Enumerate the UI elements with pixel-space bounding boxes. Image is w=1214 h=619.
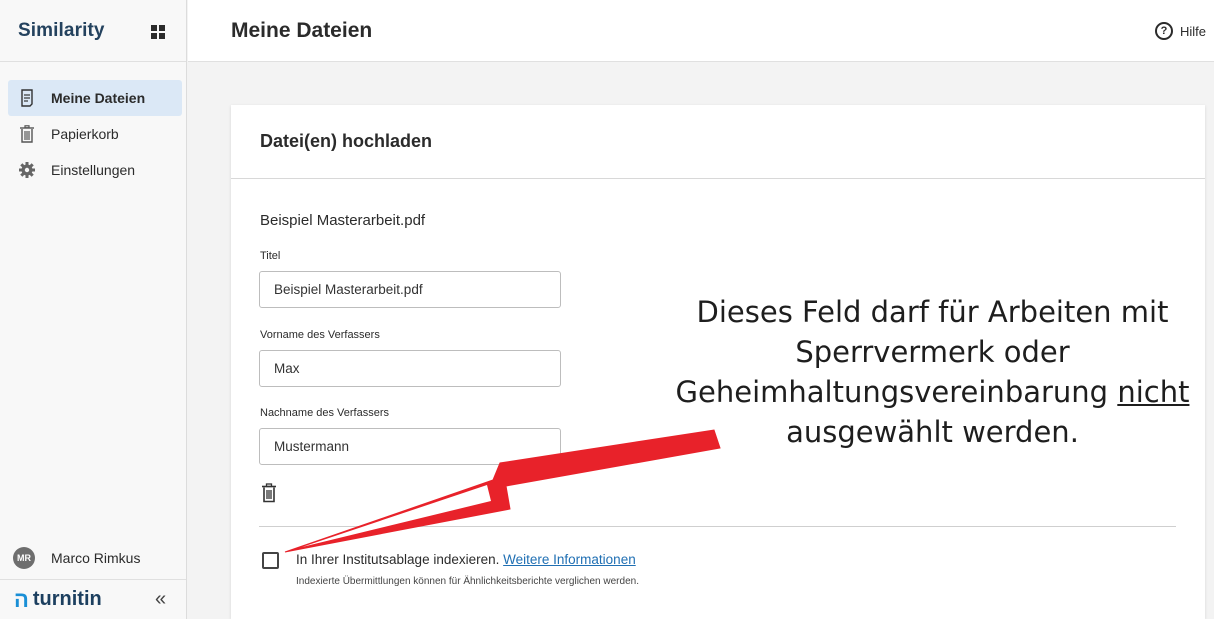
sidebar-header: Similarity — [0, 0, 186, 62]
firstname-input[interactable]: Max — [259, 350, 561, 387]
help-label: Hilfe — [1179, 23, 1206, 39]
file-name: Beispiel Masterarbeit.pdf — [260, 212, 426, 229]
index-text: In Ihrer Institutsablage indexieren. — [296, 552, 500, 567]
card-header: Datei(en) hochladen — [231, 105, 1205, 179]
sidebar-item-label: Papierkorb — [51, 126, 119, 142]
annotation-line: ausgewählt werden. — [786, 415, 1079, 449]
index-checkbox[interactable] — [262, 552, 279, 569]
annotation-line: Dieses Feld darf für Arbeiten mit — [696, 295, 1169, 329]
more-info-link[interactable]: Weitere Informationen — [503, 552, 636, 567]
document-icon — [18, 89, 36, 107]
upload-title: Datei(en) hochladen — [260, 131, 433, 151]
trash-icon — [18, 125, 36, 143]
title-input[interactable]: Beispiel Masterarbeit.pdf — [259, 271, 561, 308]
trash-icon — [262, 483, 276, 503]
annotation-line: Sperrvermerk oder — [795, 335, 1070, 369]
turnitin-logo: ה turnitin — [14, 587, 102, 613]
sidebar-item-label: Meine Dateien — [51, 90, 146, 106]
turnitin-logo-icon: ה — [14, 586, 29, 612]
sidebar-item-label: Einstellungen — [51, 162, 136, 178]
sidebar-nav: Meine Dateien Papierkorb Einstellungen — [8, 80, 182, 188]
page-title: Meine Dateien — [231, 18, 373, 42]
collapse-sidebar-icon[interactable]: « — [155, 588, 166, 611]
sidebar: Similarity Meine Dateien Papierkorb Eins… — [0, 0, 187, 619]
apps-grid-icon[interactable] — [151, 25, 165, 39]
title-label: Titel — [260, 250, 281, 262]
help-icon: ? — [1154, 22, 1173, 40]
gear-icon — [18, 161, 36, 179]
delete-file-button[interactable] — [261, 483, 277, 508]
sidebar-item-einstellungen[interactable]: Einstellungen — [8, 152, 182, 188]
index-label: In Ihrer Institutsablage indexieren. Wei… — [296, 552, 636, 567]
sidebar-item-meine-dateien[interactable]: Meine Dateien — [8, 80, 182, 116]
divider — [259, 526, 1176, 527]
annotation-text: Dieses Feld darf für Arbeiten mit Sperrv… — [660, 292, 1205, 452]
sidebar-item-papierkorb[interactable]: Papierkorb — [8, 116, 182, 152]
top-header: Meine Dateien ? Hilfe — [188, 0, 1214, 62]
help-button[interactable]: ? Hilfe — [1154, 22, 1206, 40]
annotation-line: Geheimhaltungsvereinbarung nicht — [660, 372, 1205, 412]
user-name: Marco Rimkus — [51, 550, 141, 566]
lastname-input[interactable]: Mustermann — [259, 428, 561, 465]
firstname-label: Vorname des Verfassers — [260, 329, 380, 341]
index-subtext: Indexierte Übermittlungen können für Ähn… — [296, 576, 639, 587]
turnitin-logo-text: turnitin — [32, 588, 102, 610]
annotation-emphasis: nicht — [1117, 375, 1190, 409]
annotation-word: Geheimhaltungsvereinbarung — [675, 375, 1109, 409]
app-title: Similarity — [18, 19, 105, 41]
lastname-label: Nachname des Verfassers — [260, 407, 390, 419]
avatar: MR — [13, 547, 35, 569]
sidebar-footer: ה turnitin « — [0, 579, 186, 619]
user-profile[interactable]: MR Marco Rimkus — [13, 547, 140, 569]
